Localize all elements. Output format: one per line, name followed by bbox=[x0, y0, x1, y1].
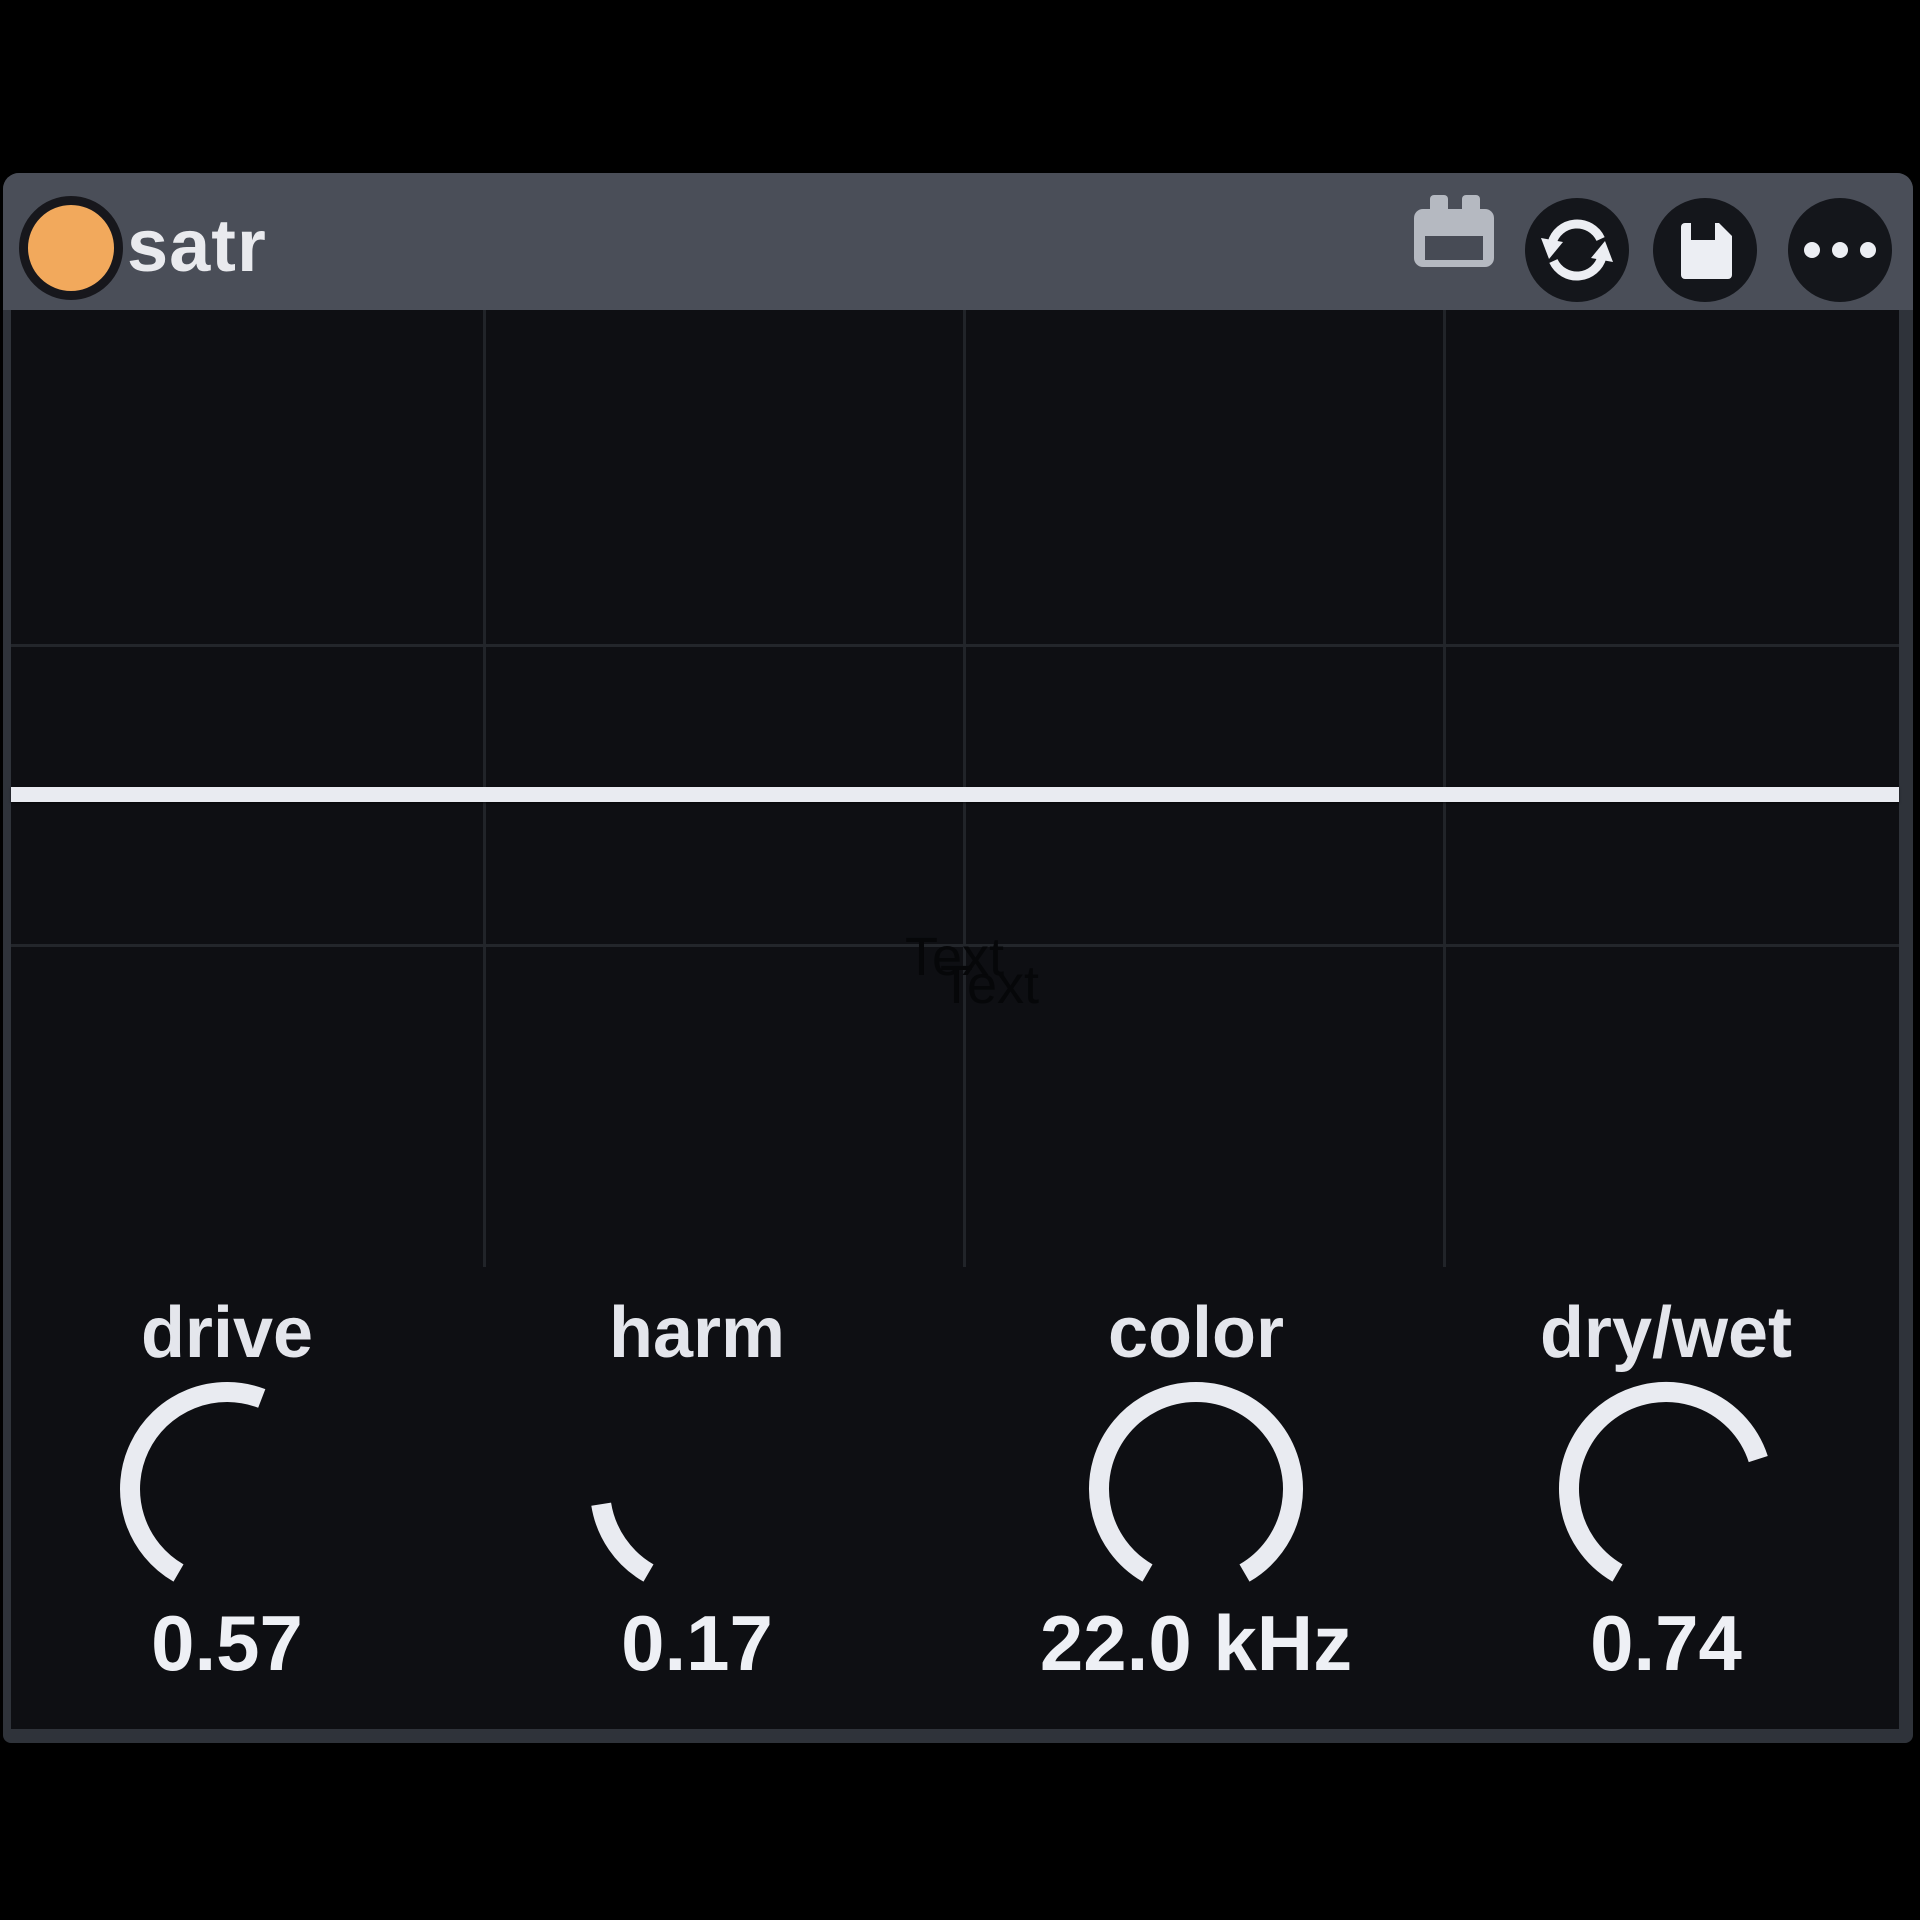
knob-value: 0.17 bbox=[477, 1598, 917, 1689]
device-titlebar: satr bbox=[3, 173, 1913, 310]
comment-text: Text bbox=[940, 958, 1039, 1012]
knob-label: harm bbox=[537, 1292, 857, 1374]
knob-label: dry/wet bbox=[1506, 1292, 1826, 1374]
knob-value: 0.74 bbox=[1446, 1598, 1886, 1689]
hot-swap-arrows-icon bbox=[1525, 198, 1629, 302]
save-button[interactable] bbox=[1653, 198, 1757, 302]
floppy-disk-icon bbox=[1653, 198, 1757, 302]
knob-value: 0.57 bbox=[7, 1598, 447, 1689]
knob-label: color bbox=[1036, 1292, 1356, 1374]
grid-line-horizontal bbox=[11, 644, 1899, 647]
device-window: satr bbox=[3, 173, 1913, 1743]
hot-swap-button[interactable] bbox=[1525, 198, 1629, 302]
device-title: satr bbox=[127, 203, 267, 288]
waveform-zero-line bbox=[11, 787, 1899, 802]
knob-dial[interactable] bbox=[1546, 1369, 1786, 1609]
knob-dial[interactable] bbox=[107, 1369, 347, 1609]
ellipsis-icon bbox=[1804, 242, 1876, 258]
device-content: Text Text drive 0.57 harm 0.17 bbox=[11, 310, 1899, 1729]
knob-dial[interactable] bbox=[1076, 1369, 1316, 1609]
knob-value: 22.0 kHz bbox=[976, 1598, 1416, 1689]
more-options-button[interactable] bbox=[1788, 198, 1892, 302]
waveform-display[interactable]: Text Text bbox=[11, 310, 1899, 1267]
device-on-toggle[interactable] bbox=[19, 196, 123, 300]
patcher-window-icon bbox=[1414, 195, 1494, 275]
knob-label: drive bbox=[67, 1292, 387, 1374]
knob-dial[interactable] bbox=[577, 1369, 817, 1609]
desktop-background: satr bbox=[0, 0, 1920, 1920]
open-editor-button[interactable] bbox=[1414, 195, 1494, 275]
